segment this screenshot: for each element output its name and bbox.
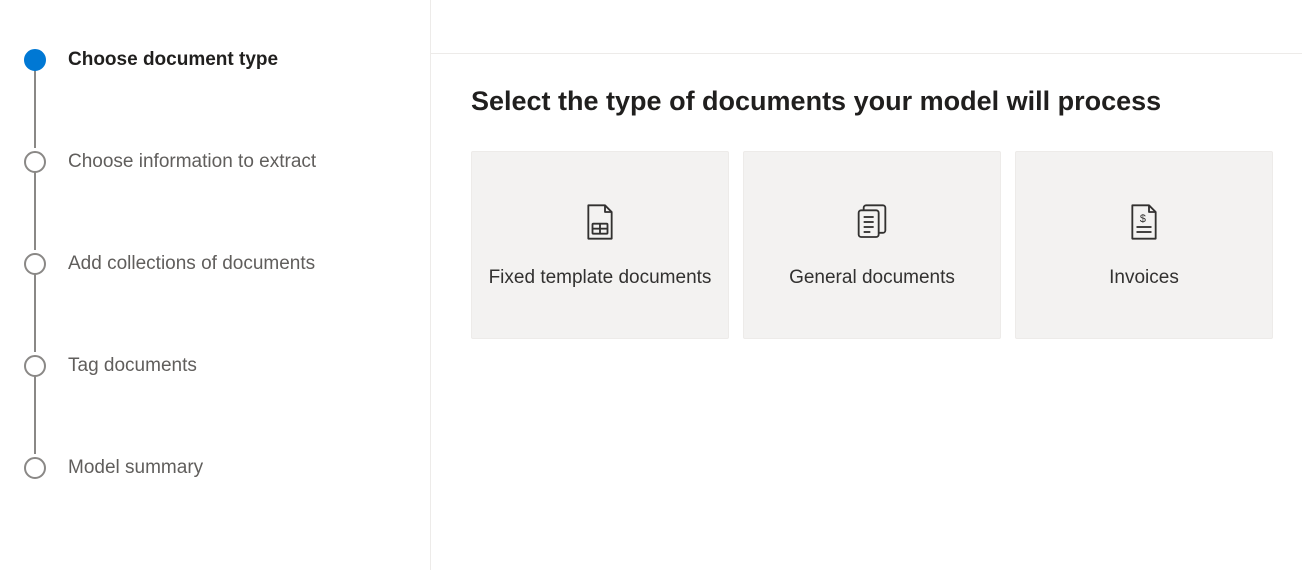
step-connector [34, 172, 36, 250]
page-title: Select the type of documents your model … [471, 86, 1273, 117]
step-indicator-icon [24, 151, 46, 173]
invoice-doc-icon: $ [1120, 198, 1168, 246]
general-doc-icon [848, 198, 896, 246]
step-connector [34, 376, 36, 454]
step-connector [34, 70, 36, 148]
main-panel: Select the type of documents your model … [430, 0, 1302, 570]
card-label: General documents [789, 264, 955, 293]
step-indicator-icon [24, 355, 46, 377]
step-choose-information-to-extract[interactable]: Choose information to extract [24, 150, 406, 174]
step-label: Tag documents [68, 355, 197, 377]
step-indicator-icon [24, 457, 46, 479]
step-connector [34, 274, 36, 352]
svg-text:$: $ [1140, 213, 1146, 225]
step-choose-document-type[interactable]: Choose document type [24, 48, 406, 72]
step-label: Choose document type [68, 49, 278, 71]
step-indicator-icon [24, 49, 46, 71]
step-tag-documents[interactable]: Tag documents [24, 354, 406, 378]
fixed-template-doc-icon [576, 198, 624, 246]
wizard-steps-list: Choose document type Choose information … [24, 48, 406, 480]
step-label: Model summary [68, 457, 203, 479]
card-invoices[interactable]: $ Invoices [1015, 151, 1273, 339]
step-label: Add collections of documents [68, 253, 315, 275]
card-label: Fixed template documents [489, 264, 712, 293]
step-indicator-icon [24, 253, 46, 275]
step-label: Choose information to extract [68, 151, 316, 173]
step-model-summary[interactable]: Model summary [24, 456, 406, 480]
main-content: Select the type of documents your model … [431, 54, 1302, 371]
main-topbar [431, 0, 1302, 54]
card-label: Invoices [1109, 264, 1179, 293]
wizard-steps-sidebar: Choose document type Choose information … [0, 0, 430, 570]
document-type-cards: Fixed template documents General documen… [471, 151, 1273, 339]
step-add-collections-of-documents[interactable]: Add collections of documents [24, 252, 406, 276]
card-fixed-template-documents[interactable]: Fixed template documents [471, 151, 729, 339]
card-general-documents[interactable]: General documents [743, 151, 1001, 339]
